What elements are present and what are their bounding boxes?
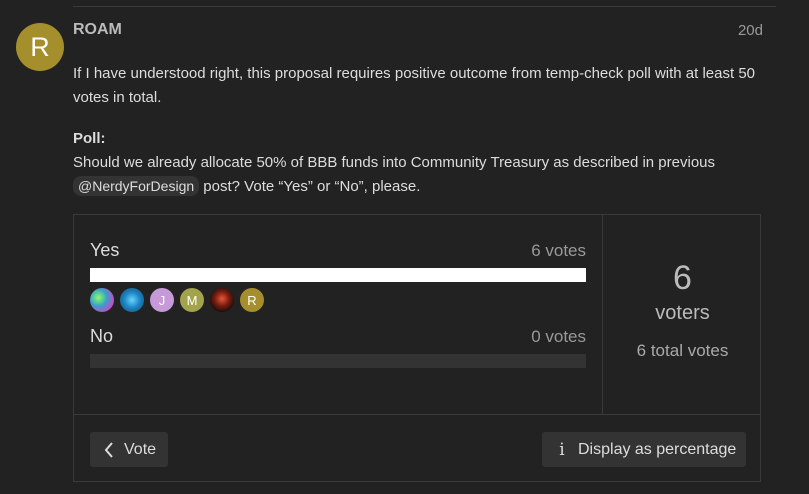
chevron-left-icon xyxy=(104,441,114,458)
poll-option-yes[interactable]: Yes 6 votes J M R xyxy=(90,240,586,312)
option-bar xyxy=(90,354,586,368)
poll-description: Poll: Should we already allocate 50% of … xyxy=(73,127,773,199)
voter-avatar[interactable]: R xyxy=(240,288,264,312)
poll-question-end: post? Vote “Yes” or “No”, please. xyxy=(199,178,421,195)
display-percentage-button[interactable]: i Display as percentage xyxy=(542,432,746,467)
option-votes: 0 votes xyxy=(531,327,586,346)
poll-heading: Poll: xyxy=(73,130,106,147)
voter-avatar[interactable]: M xyxy=(180,288,204,312)
top-divider xyxy=(73,6,776,7)
poll-stats: 6 voters 6 total votes xyxy=(603,215,762,414)
avatar[interactable]: R xyxy=(16,23,64,71)
option-bar-fill xyxy=(90,268,586,282)
voters-row: J M R xyxy=(90,288,586,312)
avatar-letter: R xyxy=(30,31,50,62)
option-bar xyxy=(90,268,586,282)
option-votes: 6 votes xyxy=(531,241,586,260)
poll-divider-horizontal xyxy=(74,414,760,415)
poll-question-start: Should we already allocate 50% of BBB fu… xyxy=(73,154,716,171)
option-label: No xyxy=(90,326,114,346)
vote-button[interactable]: Vote xyxy=(90,432,168,467)
user-mention-link[interactable]: @NerdyForDesign xyxy=(73,176,200,196)
poll-option-no[interactable]: No 0 votes xyxy=(90,326,586,368)
voter-avatar[interactable] xyxy=(210,288,234,312)
post-paragraph: If I have understood right, this proposa… xyxy=(73,65,756,106)
username[interactable]: ROAM xyxy=(73,21,122,39)
voters-label: voters xyxy=(655,302,710,324)
display-percentage-label: Display as percentage xyxy=(578,440,737,458)
poll-container: Yes 6 votes J M R No 0 votes 6 voters 6 … xyxy=(73,214,761,482)
post-date[interactable]: 20d xyxy=(738,22,763,39)
total-votes: 6 total votes xyxy=(636,341,729,360)
info-icon: i xyxy=(559,439,565,460)
voter-avatar[interactable]: J xyxy=(150,288,174,312)
vote-button-label: Vote xyxy=(124,440,157,458)
voter-avatar[interactable] xyxy=(120,288,144,312)
voter-avatar[interactable] xyxy=(90,288,114,312)
option-label: Yes xyxy=(90,240,120,260)
post-body: If I have understood right, this proposa… xyxy=(73,62,773,199)
voters-count: 6 xyxy=(673,259,692,297)
